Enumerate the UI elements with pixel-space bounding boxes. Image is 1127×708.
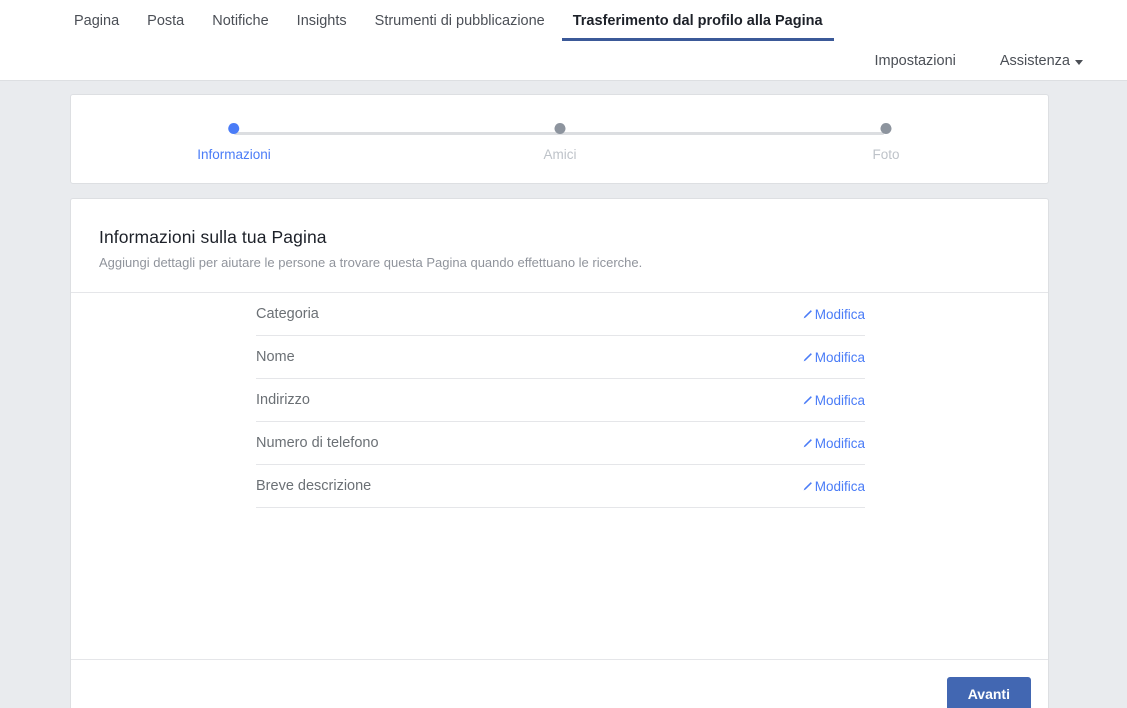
edit-numero-di-telefono-button[interactable]: Modifica (802, 436, 865, 451)
secondary-nav: Impostazioni Assistenza (0, 41, 1127, 81)
stepper-step-amici[interactable]: Amici (544, 123, 577, 162)
nav-tab-label: Trasferimento dal profilo alla Pagina (572, 12, 823, 29)
nav-tab-posta[interactable]: Posta (133, 0, 198, 41)
pencil-icon (803, 438, 812, 447)
info-row-label: Nome (256, 349, 295, 365)
edit-link-label: Modifica (814, 478, 865, 494)
nav-item-impostazioni[interactable]: Impostazioni (874, 53, 955, 69)
stepper-card: Informazioni Amici Foto (70, 94, 1049, 184)
stepper-step-label: Foto (872, 147, 900, 162)
pencil-icon (803, 395, 812, 404)
edit-link-label: Modifica (814, 306, 865, 322)
info-row-nome: Nome Modifica (256, 336, 865, 379)
info-row-label: Numero di telefono (256, 435, 379, 451)
nav-tab-insights[interactable]: Insights (283, 0, 361, 41)
page-header: Pagina Posta Notifiche Insights Strument… (0, 0, 1127, 81)
pencil-icon (803, 481, 812, 490)
nav-tab-label: Pagina (74, 12, 120, 29)
nav-tab-trasferimento-dal-profilo-alla-pagina[interactable]: Trasferimento dal profilo alla Pagina (559, 0, 837, 41)
page-info-card: Informazioni sulla tua Pagina Aggiungi d… (70, 198, 1049, 708)
next-button[interactable]: Avanti (946, 676, 1031, 708)
page-body: Informazioni Amici Foto Informazioni sul… (0, 81, 1127, 708)
step-dot-icon (880, 123, 892, 134)
nav-tab-label: Notifiche (212, 12, 269, 29)
nav-tab-label: Insights (296, 12, 347, 29)
nav-tab-notifiche[interactable]: Notifiche (198, 0, 282, 41)
stepper-step-foto[interactable]: Foto (872, 123, 900, 162)
nav-item-assistenza[interactable]: Assistenza (1000, 53, 1083, 69)
stepper-step-informazioni[interactable]: Informazioni (197, 123, 271, 162)
card-header: Informazioni sulla tua Pagina Aggiungi d… (71, 199, 1048, 292)
progress-stepper: Informazioni Amici Foto (71, 95, 1048, 183)
pencil-icon (803, 309, 812, 318)
info-row-categoria: Categoria Modifica (256, 293, 865, 336)
page-subtitle: Aggiungi dettagli per aiutare le persone… (99, 255, 643, 270)
nav-item-label: Impostazioni (874, 53, 956, 69)
nav-tab-strumenti-di-pubblicazione[interactable]: Strumenti di pubblicazione (361, 0, 559, 41)
edit-link-label: Modifica (814, 392, 865, 408)
info-row-numero-di-telefono: Numero di telefono Modifica (256, 422, 865, 465)
edit-nome-button[interactable]: Modifica (802, 350, 865, 365)
edit-breve-descrizione-button[interactable]: Modifica (802, 479, 865, 494)
edit-link-label: Modifica (814, 349, 865, 365)
info-row-breve-descrizione: Breve descrizione Modifica (256, 465, 865, 508)
nav-tab-label: Strumenti di pubblicazione (374, 12, 545, 29)
stepper-step-label: Informazioni (197, 147, 271, 162)
edit-link-label: Modifica (814, 435, 865, 451)
edit-indirizzo-button[interactable]: Modifica (802, 393, 865, 408)
stepper-step-label: Amici (543, 147, 577, 162)
step-dot-icon (228, 123, 240, 134)
nav-tab-pagina[interactable]: Pagina (60, 0, 133, 41)
chevron-down-icon (1075, 59, 1083, 65)
edit-categoria-button[interactable]: Modifica (802, 307, 865, 322)
step-dot-icon (554, 123, 566, 134)
info-row-label: Indirizzo (256, 392, 310, 408)
info-row-label: Breve descrizione (256, 478, 372, 494)
pencil-icon (803, 352, 812, 361)
info-row-label: Categoria (256, 306, 319, 322)
primary-nav: Pagina Posta Notifiche Insights Strument… (0, 0, 1127, 41)
nav-tab-label: Posta (147, 12, 185, 29)
info-rows: Categoria Modifica Nome Modifica Indiriz… (256, 293, 865, 508)
nav-item-label: Assistenza (999, 53, 1070, 69)
card-footer: Avanti (71, 659, 1048, 708)
page-title: Informazioni sulla tua Pagina (99, 227, 327, 247)
info-rows-container: Categoria Modifica Nome Modifica Indiriz… (71, 293, 1048, 659)
info-row-indirizzo: Indirizzo Modifica (256, 379, 865, 422)
